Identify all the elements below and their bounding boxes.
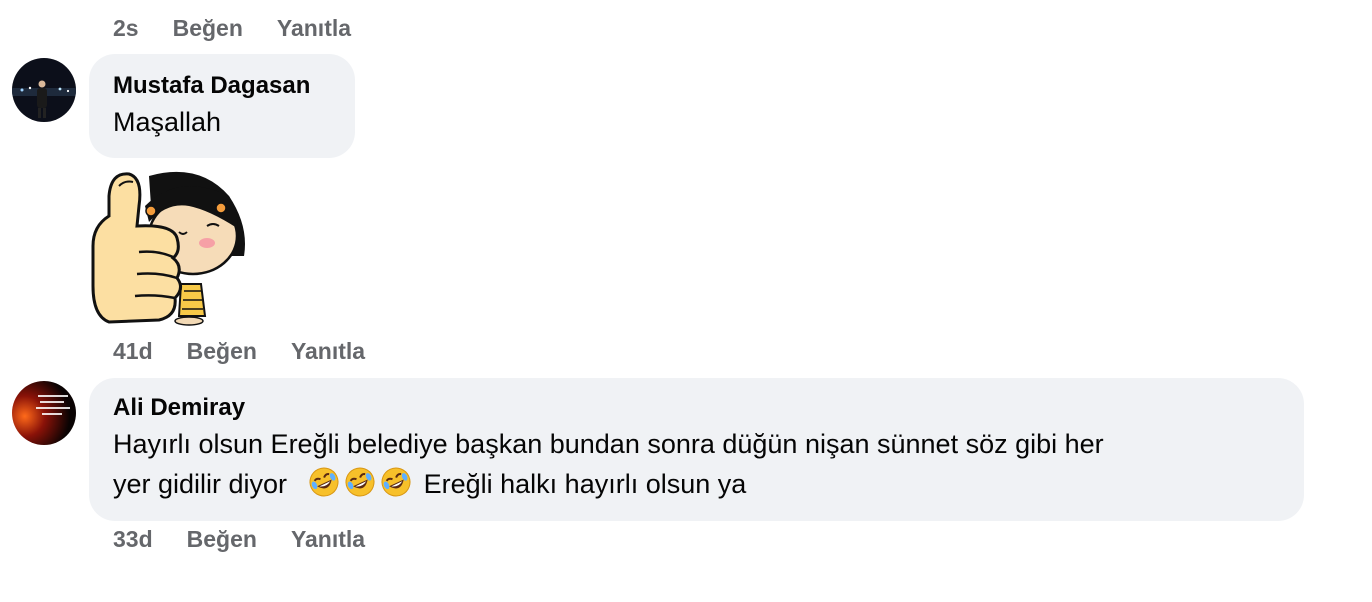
comment-text-segment: Ereğli halkı hayırlı olsun ya [423,469,747,499]
comment-text: Maşallah [113,107,222,137]
comment-text-line: Hayırlı olsun Ereğli belediye başkan bun… [113,429,1104,459]
comment-text-segment: yer gidilir diyor [113,469,288,499]
rolling-laughing-emoji [345,467,375,497]
reply-button[interactable]: Yanıtla [291,526,365,553]
reply-button[interactable]: Yanıtla [277,15,351,42]
comment-actions: 33d Beğen Yanıtla [113,526,399,553]
timestamp[interactable]: 2s [113,15,139,42]
comment-text-line: yer gidilir diyor Ereğli halkı hayırlı o… [113,464,1280,504]
comment-bubble: Mustafa Dagasan Maşallah [89,54,355,158]
comment-author[interactable]: Ali Demiray [113,394,1280,422]
rolling-laughing-emoji [381,467,411,497]
comment-author[interactable]: Mustafa Dagasan [113,72,331,100]
avatar[interactable] [12,381,76,445]
like-button[interactable]: Beğen [187,526,257,553]
timestamp[interactable]: 33d [113,526,153,553]
comment-text: Hayırlı olsun Ereğli belediye başkan bun… [113,424,1280,504]
like-button[interactable]: Beğen [187,338,257,365]
comment-bubble: Ali Demiray Hayırlı olsun Ereğli belediy… [89,378,1304,521]
timestamp[interactable]: 41d [113,338,153,365]
rolling-laughing-emoji [309,467,339,497]
avatar[interactable] [12,58,76,122]
avatar-photo [12,58,76,122]
thumbs-up-sticker [89,166,249,328]
rolling-laughing-emoji-group [308,467,424,499]
comment-actions: 2s Beğen Yanıtla [113,15,385,42]
comment-actions: 41d Beğen Yanıtla [113,338,399,365]
avatar-photo [12,381,76,445]
reply-button[interactable]: Yanıtla [291,338,365,365]
like-button[interactable]: Beğen [173,15,243,42]
